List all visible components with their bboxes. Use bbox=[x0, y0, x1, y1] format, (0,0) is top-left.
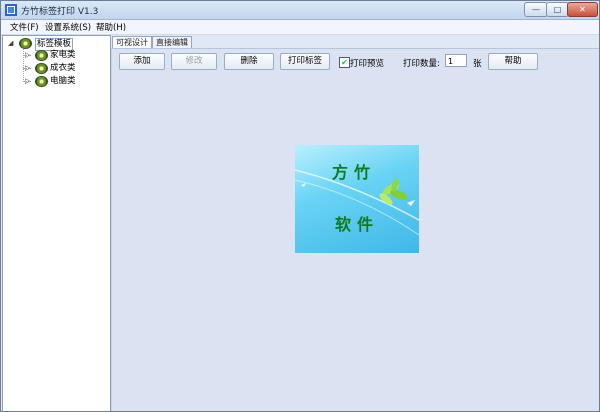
collapse-arrow-icon[interactable]: ◢ bbox=[8, 39, 13, 47]
expand-arrow-icon[interactable]: ▷ bbox=[25, 64, 30, 72]
expand-arrow-icon[interactable]: ▷ bbox=[25, 77, 30, 85]
template-folder-icon bbox=[19, 38, 32, 49]
delete-button[interactable]: 删除 bbox=[224, 53, 274, 70]
edit-button[interactable]: 修改 bbox=[171, 53, 217, 70]
category-icon bbox=[35, 63, 48, 74]
menu-file[interactable]: 文件(F) bbox=[10, 21, 39, 33]
app-icon bbox=[5, 4, 17, 16]
logo-text-line2: 软件 bbox=[335, 215, 380, 234]
close-button[interactable]: ✕ bbox=[567, 2, 598, 17]
company-logo: 方竹 软件 bbox=[295, 145, 419, 253]
tree-item-label: 电脑类 bbox=[50, 76, 76, 86]
tree-connector bbox=[23, 46, 24, 82]
add-button[interactable]: 添加 bbox=[119, 53, 165, 70]
menu-settings[interactable]: 设置系统(S) bbox=[45, 21, 91, 33]
tab-visual-design[interactable]: 可视设计 bbox=[112, 36, 152, 48]
expand-arrow-icon[interactable]: ▷ bbox=[25, 51, 30, 59]
quantity-input[interactable]: 1 bbox=[445, 54, 467, 67]
tree-item-label: 家电类 bbox=[50, 50, 76, 60]
tab-direct-edit[interactable]: 直接编辑 bbox=[152, 36, 192, 48]
quantity-label: 打印数量: bbox=[403, 59, 440, 69]
window-title: 方竹标签打印 V1.3 bbox=[21, 7, 99, 17]
help-button[interactable]: 帮助 bbox=[488, 53, 538, 70]
category-icon bbox=[35, 50, 48, 61]
app-window: 方竹标签打印 V1.3 — □ ✕ 文件(F) 设置系统(S) 帮助(H) ◢ … bbox=[0, 0, 600, 412]
minimize-button[interactable]: — bbox=[524, 2, 548, 17]
title-bar: 方竹标签打印 V1.3 — □ ✕ bbox=[1, 1, 599, 20]
logo-text-line1: 方竹 bbox=[332, 163, 377, 182]
print-preview-label: 打印预览 bbox=[350, 59, 385, 69]
tree-item-label: 成衣类 bbox=[50, 63, 76, 73]
quantity-unit: 张 bbox=[473, 59, 482, 69]
print-label-button[interactable]: 打印标签 bbox=[280, 53, 330, 70]
design-canvas: 添加 修改 删除 打印标签 ✔ 打印预览 打印数量: 1 张 帮助 方竹 软件 bbox=[111, 48, 599, 411]
menu-help[interactable]: 帮助(H) bbox=[96, 21, 126, 33]
template-tree: ◢ 标签模板 ▷ 家电类 ▷ 成衣类 ▷ 电脑类 bbox=[2, 35, 111, 411]
menu-bar: 文件(F) 设置系统(S) 帮助(H) bbox=[1, 20, 599, 35]
category-icon bbox=[35, 76, 48, 87]
maximize-button[interactable]: □ bbox=[546, 2, 569, 17]
print-preview-checkbox[interactable]: ✔ bbox=[339, 57, 350, 68]
